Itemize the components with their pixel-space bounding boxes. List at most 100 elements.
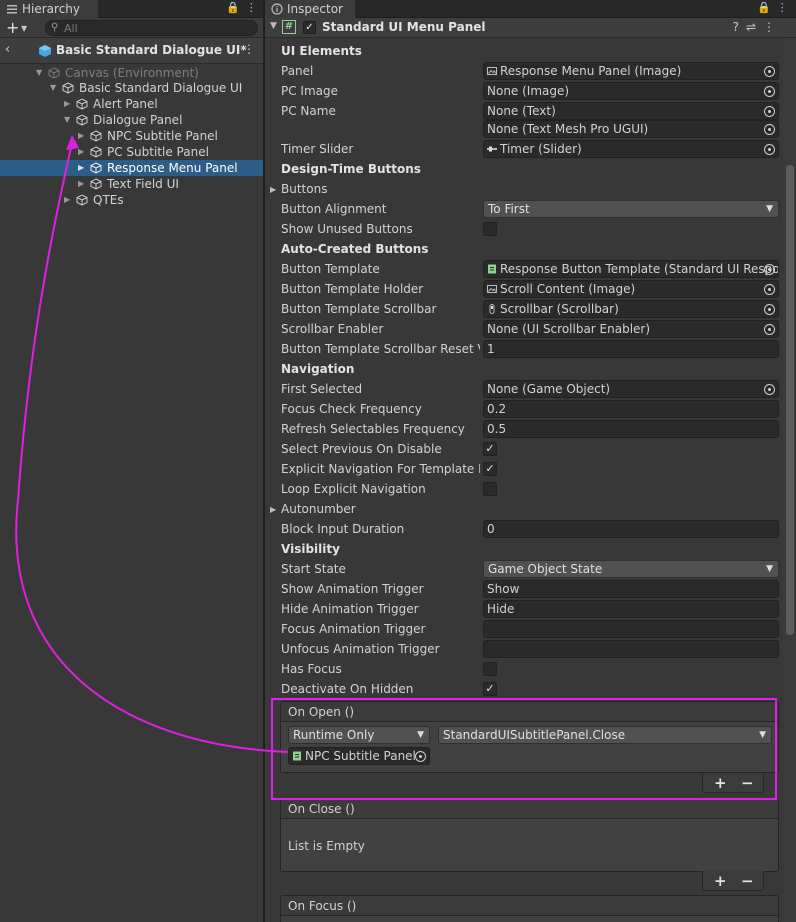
- object-picker-icon[interactable]: [764, 86, 775, 97]
- pc-image-object-field[interactable]: None (Image): [483, 82, 779, 100]
- object-picker-icon[interactable]: [764, 106, 775, 117]
- inspector-tab-tools[interactable]: 🔒⋮: [757, 1, 794, 14]
- pc-name-tmp-object-field[interactable]: None (Text Mesh Pro UGUI): [483, 120, 779, 138]
- object-picker-icon[interactable]: [764, 144, 775, 155]
- search-input[interactable]: [64, 21, 244, 35]
- row-pc-name: PC Name None (Text): [265, 101, 785, 121]
- object-picker-icon[interactable]: [764, 384, 775, 395]
- object-picker-icon[interactable]: [764, 324, 775, 335]
- preset-icon[interactable]: ⇌: [746, 20, 763, 34]
- show-animation-trigger-input[interactable]: Show: [483, 580, 779, 598]
- add-listener-button[interactable]: +: [714, 871, 727, 891]
- collapsed-arrow-icon[interactable]: ▶: [78, 160, 88, 176]
- select-previous-checkbox[interactable]: ✓: [483, 442, 497, 456]
- add-object-button[interactable]: +: [6, 19, 19, 37]
- component-tools[interactable]: ?⇌⋮: [733, 20, 782, 34]
- list-empty-label: List is Empty: [288, 839, 365, 853]
- dropdown-value: To First: [488, 202, 530, 216]
- tree-item-npc-subtitle-panel[interactable]: ▶ NPC Subtitle Panel: [0, 128, 263, 144]
- button-template-scrollbar-object-field[interactable]: Scrollbar (Scrollbar): [483, 300, 779, 318]
- tree-item-canvas-environment[interactable]: ▼ Canvas (Environment): [0, 65, 263, 81]
- kebab-menu-icon[interactable]: ⋮: [763, 20, 782, 34]
- remove-listener-button[interactable]: −: [741, 871, 754, 891]
- panel-object-field[interactable]: Response Menu Panel (Image): [483, 62, 779, 80]
- lock-icon[interactable]: 🔒: [757, 1, 777, 14]
- kebab-menu-icon[interactable]: ⋮: [243, 42, 255, 56]
- has-focus-checkbox[interactable]: [483, 662, 497, 676]
- tree-item-label: PC Subtitle Panel: [107, 145, 209, 159]
- tree-item-label: Dialogue Panel: [93, 113, 183, 127]
- row-buttons[interactable]: ▶ Buttons: [265, 179, 785, 199]
- row-pc-image: PC Image None (Image): [265, 81, 785, 101]
- scene-header[interactable]: ‹ Basic Standard Dialogue UI* ⋮: [0, 38, 263, 64]
- expanded-arrow-icon[interactable]: ▼: [64, 112, 74, 128]
- loop-explicit-navigation-checkbox[interactable]: [483, 482, 497, 496]
- help-icon[interactable]: ?: [733, 20, 746, 34]
- pc-name-object-field[interactable]: None (Text): [483, 102, 779, 120]
- gameobject-cube-icon: [76, 98, 88, 110]
- scrollbar-thumb[interactable]: [786, 165, 794, 635]
- first-selected-object-field[interactable]: None (Game Object): [483, 380, 779, 398]
- tree-item-response-menu-panel[interactable]: ▶ Response Menu Panel: [0, 160, 263, 176]
- object-picker-icon[interactable]: [764, 124, 775, 135]
- tree-item-qtes[interactable]: ▶ QTEs: [0, 192, 263, 208]
- object-picker-icon[interactable]: [764, 284, 775, 295]
- scrollbar-enabler-object-field[interactable]: None (UI Scrollbar Enabler): [483, 320, 779, 338]
- button-alignment-dropdown[interactable]: To First ▼: [483, 200, 779, 218]
- explicit-navigation-checkbox[interactable]: ✓: [483, 462, 497, 476]
- collapsed-arrow-icon[interactable]: ▶: [270, 185, 276, 194]
- collapsed-arrow-icon[interactable]: ▶: [78, 144, 88, 160]
- deactivate-on-hidden-checkbox[interactable]: ✓: [483, 682, 497, 696]
- focus-check-frequency-input[interactable]: 0.2: [483, 400, 779, 418]
- field-value: Response Menu Panel (Image): [500, 64, 682, 78]
- collapsed-arrow-icon[interactable]: ▶: [78, 176, 88, 192]
- component-header[interactable]: ▼ # ✓ Standard UI Menu Panel ?⇌⋮: [265, 18, 796, 38]
- collapsed-arrow-icon[interactable]: ▶: [78, 128, 88, 144]
- field-value: None (Text): [487, 104, 556, 118]
- show-unused-buttons-checkbox[interactable]: [483, 222, 497, 236]
- refresh-selectables-frequency-input[interactable]: 0.5: [483, 420, 779, 438]
- expanded-arrow-icon[interactable]: ▼: [270, 21, 277, 31]
- expanded-arrow-icon[interactable]: ▼: [36, 65, 46, 81]
- focus-animation-trigger-input[interactable]: [483, 620, 779, 638]
- field-label: Button Alignment: [281, 202, 387, 216]
- object-picker-icon[interactable]: [764, 66, 775, 77]
- expanded-arrow-icon[interactable]: ▼: [50, 80, 60, 96]
- lock-icon[interactable]: 🔒: [226, 1, 246, 14]
- tab-inspector[interactable]: Inspector: [265, 0, 355, 18]
- hierarchy-panel: Hierarchy 🔒⋮ + ▼ ⚲ ‹ Basic Standard Dial…: [0, 0, 263, 922]
- hierarchy-search[interactable]: ⚲: [45, 20, 258, 36]
- tab-hierarchy[interactable]: Hierarchy: [0, 0, 98, 18]
- collapsed-arrow-icon[interactable]: ▶: [64, 192, 74, 208]
- collapsed-arrow-icon[interactable]: ▶: [64, 96, 74, 112]
- component-enabled-toggle[interactable]: ✓: [303, 21, 316, 34]
- tree-item-dialogue-panel[interactable]: ▼ Dialogue Panel: [0, 112, 263, 128]
- hierarchy-tab-tools[interactable]: 🔒⋮: [226, 1, 263, 14]
- tree-item-alert-panel[interactable]: ▶ Alert Panel: [0, 96, 263, 112]
- unfocus-animation-trigger-input[interactable]: [483, 640, 779, 658]
- tree-item-text-field-ui[interactable]: ▶ Text Field UI: [0, 176, 263, 192]
- block-input-duration-input[interactable]: 0: [483, 520, 779, 538]
- tree-item-basic-standard-dialogue-ui[interactable]: ▼ Basic Standard Dialogue UI: [0, 80, 263, 96]
- dropdown-value: Game Object State: [488, 562, 603, 576]
- field-value: Scrollbar (Scrollbar): [500, 302, 619, 316]
- start-state-dropdown[interactable]: Game Object State ▼: [483, 560, 779, 578]
- scrollbar-reset-value-input[interactable]: 1: [483, 340, 779, 358]
- field-label: Show Animation Trigger: [281, 582, 424, 596]
- kebab-menu-icon[interactable]: ⋮: [246, 1, 263, 14]
- chevron-down-icon[interactable]: ▼: [21, 24, 27, 33]
- object-picker-icon[interactable]: [764, 264, 775, 275]
- collapsed-arrow-icon[interactable]: ▶: [270, 505, 276, 514]
- event-body: List is Empty: [281, 819, 778, 871]
- object-picker-icon[interactable]: [764, 304, 775, 315]
- kebab-menu-icon[interactable]: ⋮: [777, 1, 794, 14]
- hide-animation-trigger-input[interactable]: Hide: [483, 600, 779, 618]
- row-autonumber[interactable]: ▶ Autonumber: [265, 499, 785, 519]
- button-template-holder-object-field[interactable]: Scroll Content (Image): [483, 280, 779, 298]
- field-label: Autonumber: [281, 502, 356, 516]
- back-arrow-icon[interactable]: ‹: [5, 42, 10, 57]
- button-template-object-field[interactable]: Response Button Template (Standard UI Re…: [483, 260, 779, 278]
- tree-item-pc-subtitle-panel[interactable]: ▶ PC Subtitle Panel: [0, 144, 263, 160]
- tree-item-label: Text Field UI: [107, 177, 179, 191]
- timer-slider-object-field[interactable]: Timer (Slider): [483, 140, 779, 158]
